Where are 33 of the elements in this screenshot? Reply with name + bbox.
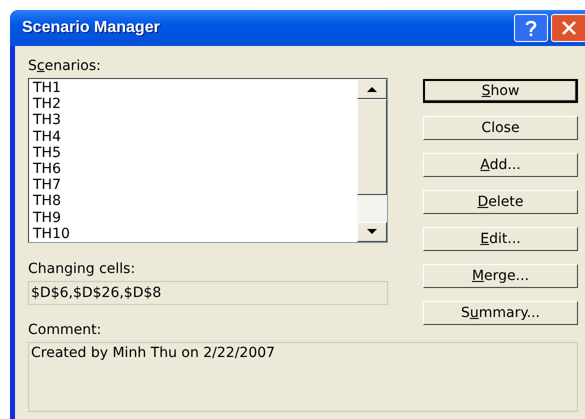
- scenario-item[interactable]: TH9: [33, 210, 353, 226]
- scenario-list[interactable]: TH1 TH2 TH3 TH4 TH5 TH6 TH7 TH8 TH9 TH10: [28, 78, 388, 243]
- changing-cells-label: Changing cells:: [28, 261, 136, 278]
- scenario-item[interactable]: TH10: [33, 226, 353, 242]
- comment-label: Comment:: [28, 322, 102, 339]
- scenario-item[interactable]: TH5: [33, 144, 353, 162]
- dialog-button[interactable]: Show: [423, 79, 578, 103]
- dialog-button[interactable]: Add...: [423, 153, 578, 177]
- scenarios-label: Scenarios:: [28, 58, 102, 75]
- scenario-item[interactable]: TH1: [33, 80, 353, 96]
- scroll-up-button[interactable]: [357, 79, 387, 99]
- scenario-item[interactable]: TH8: [33, 193, 353, 210]
- scenario-item[interactable]: TH7: [33, 177, 353, 194]
- comment-field: Created by Minh Thu on 2/22/2007: [28, 342, 578, 412]
- up-arrow-icon: [367, 86, 377, 92]
- help-button[interactable]: [514, 14, 548, 42]
- close-icon: [560, 19, 578, 37]
- scroll-track[interactable]: [357, 195, 387, 222]
- dialog-button[interactable]: Merge...: [423, 264, 578, 288]
- scenario-item[interactable]: TH2: [33, 96, 353, 112]
- scroll-thumb[interactable]: [357, 99, 387, 195]
- dialog-button[interactable]: Close: [423, 116, 578, 140]
- window-title: Scenario Manager: [22, 19, 160, 37]
- dialog-button[interactable]: Delete: [423, 190, 578, 214]
- scenario-item[interactable]: TH4: [33, 128, 353, 145]
- dialog-button[interactable]: Summary...: [423, 301, 578, 325]
- down-arrow-icon: [367, 229, 377, 235]
- scroll-down-button[interactable]: [357, 222, 387, 242]
- changing-cells-field: $D$6,$D$26,$D$8: [28, 281, 388, 305]
- scenario-item[interactable]: TH6: [33, 161, 353, 178]
- close-button[interactable]: [551, 14, 585, 42]
- scenario-item[interactable]: TH3: [33, 112, 353, 129]
- dialog-button[interactable]: Edit...: [423, 227, 578, 251]
